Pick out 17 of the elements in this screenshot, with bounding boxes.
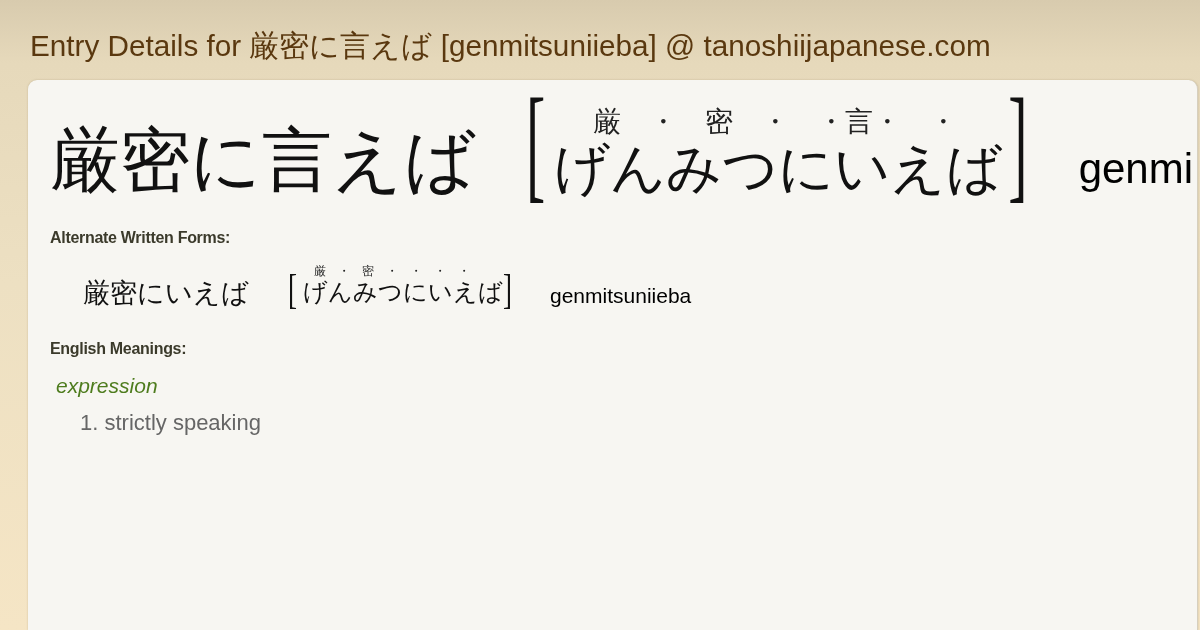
- romaji-text: genmi: [1078, 146, 1194, 193]
- section-heading: English Meanings:: [50, 338, 187, 359]
- reading-text: げんみつにいえば: [554, 138, 1003, 199]
- alternate-form: 厳密にいえば: [83, 278, 249, 308]
- open-bracket: [: [526, 80, 546, 208]
- furigana-text: 厳 ・ 密 ・ ・言・ ・: [593, 106, 958, 139]
- meaning-text: 1. strictly speaking: [80, 409, 261, 436]
- open-bracket: [: [288, 267, 297, 311]
- close-bracket: ]: [1008, 80, 1028, 208]
- romaji-text: genmitsuniieba: [550, 284, 692, 308]
- section-heading: Alternate Written Forms:: [50, 228, 231, 248]
- headword: 厳密に言えば: [50, 122, 476, 199]
- page-title: Entry Details for 厳密に言えば [genmitsuniieba] @ tanoshiijapanese.com: [30, 29, 991, 63]
- close-bracket: ]: [503, 267, 512, 311]
- furigana-text: 厳 ・ 密 ・ ・ ・ ・: [314, 264, 470, 279]
- part-of-speech: expression: [56, 373, 158, 398]
- reading-text: げんみつにいえば: [303, 278, 503, 305]
